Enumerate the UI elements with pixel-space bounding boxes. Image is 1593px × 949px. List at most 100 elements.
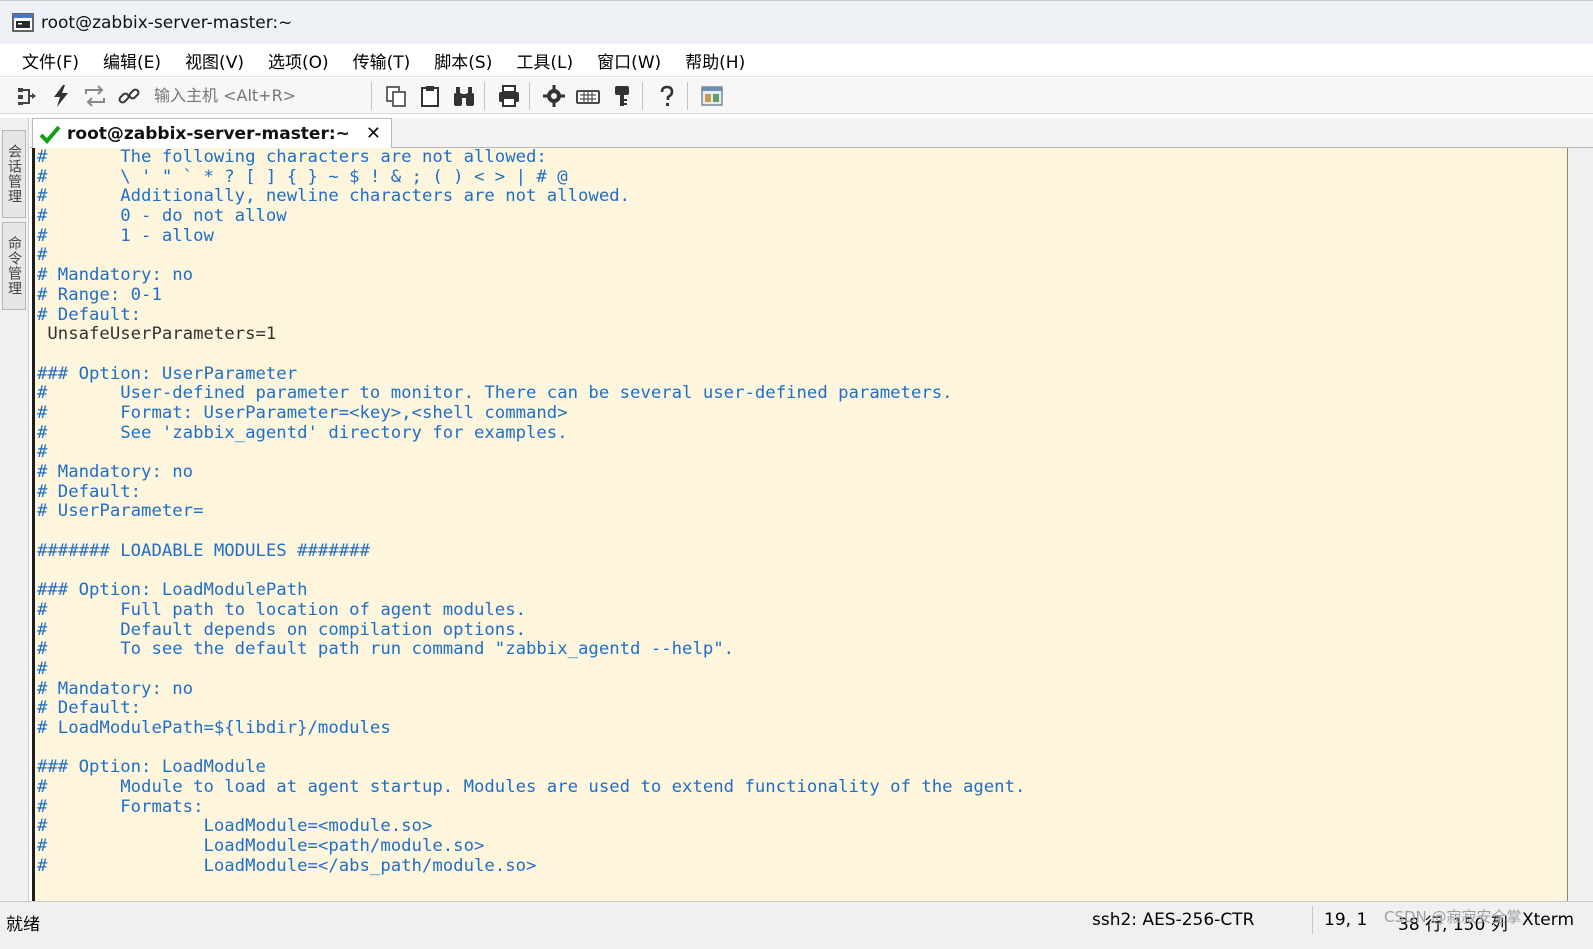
toolbar-separator [529, 81, 530, 110]
find-icon [454, 86, 474, 106]
terminal-line: # Format: UserParameter=<key>,<shell com… [37, 402, 568, 423]
terminal-line: # Full path to location of agent modules… [37, 599, 526, 620]
terminal-app-icon [12, 12, 34, 32]
session-manager-tab[interactable]: 会话管理 [2, 130, 26, 218]
reconnect-button[interactable] [80, 81, 110, 111]
terminal-line: UnsafeUserParameters=1 [37, 324, 277, 345]
terminal-line: # Default depends on compilation options… [37, 619, 526, 640]
status-cipher: ssh2: AES-256-CTR [1092, 910, 1255, 930]
print-icon [499, 84, 519, 107]
terminal-line: # 1 - allow [37, 225, 214, 246]
menu-script[interactable]: 脚本(S) [434, 48, 492, 73]
terminal-line: # [37, 658, 48, 679]
copy-button[interactable] [381, 81, 411, 111]
terminal-line: # User-defined parameter to monitor. The… [37, 383, 953, 404]
terminal-line: # LoadModule=<path/module.so> [37, 836, 485, 857]
settings-button[interactable] [539, 81, 569, 111]
new-session-icon [18, 87, 36, 105]
terminal-line: # The following characters are not allow… [37, 148, 547, 167]
key-icon [615, 85, 629, 106]
terminal-line: ### Option: LoadModulePath [37, 580, 308, 601]
terminal-line: # See 'zabbix_agentd' directory for exam… [37, 422, 568, 443]
keymap-button[interactable] [573, 81, 603, 111]
paste-icon [421, 85, 439, 107]
terminal-line: # \ ' " ` * ? [ ] { } ~ $ ! & ; ( ) < > … [37, 166, 568, 187]
watermark: CSDN @寂寂安全掌 [1384, 908, 1522, 926]
toolbar-separator [687, 81, 688, 110]
host-input[interactable] [150, 82, 366, 109]
menu-options[interactable]: 选项(O) [268, 48, 329, 73]
status-separator [1312, 906, 1313, 934]
help-button[interactable] [652, 81, 682, 111]
terminal-line: # Mandatory: no [37, 678, 194, 699]
session-tab[interactable]: root@zabbix-server-master:~ ✕ [32, 118, 392, 148]
paste-button[interactable] [415, 81, 445, 111]
toolbar-separator [371, 81, 372, 110]
status-cursor: 19, 1 [1324, 910, 1368, 930]
terminal-line: # Range: 0-1 [37, 284, 162, 305]
side-panel: 会话管理 命令管理 [0, 118, 29, 901]
terminal-line: # Formats: [37, 796, 204, 817]
sftp-icon [701, 85, 723, 106]
checkmark-icon [39, 125, 61, 144]
terminal-line: # Mandatory: no [37, 462, 194, 482]
terminal-line: # UserParameter= [37, 501, 204, 522]
terminal-line: ### Option: LoadModule [37, 757, 266, 778]
window-title: root@zabbix-server-master:~ [41, 12, 293, 33]
terminal-line: # LoadModule=</abs_path/module.so> [37, 855, 537, 876]
copy-icon [386, 85, 406, 107]
terminal-line: # Default: [37, 481, 142, 502]
terminal-line: # Additionally, newline characters are n… [37, 186, 631, 207]
command-manager-tab[interactable]: 命令管理 [2, 222, 26, 310]
session-tab-label: root@zabbix-server-master:~ [67, 123, 350, 144]
terminal-line: # Module to load at agent startup. Modul… [37, 777, 1026, 797]
menu-edit[interactable]: 编辑(E) [103, 48, 161, 73]
terminal-output[interactable]: # The following characters are not allow… [32, 148, 1568, 901]
toolbar [0, 78, 1593, 114]
settings-icon [543, 84, 565, 107]
terminal-line: ### Option: UserParameter [37, 363, 298, 384]
menu-tools[interactable]: 工具(L) [516, 48, 573, 73]
help-icon [660, 85, 674, 106]
quick-connect-icon [54, 84, 68, 107]
terminal-line: # 0 - do not allow [37, 206, 287, 227]
terminal-line: # To see the default path run command "z… [37, 639, 735, 660]
terminal-line: # Mandatory: no [37, 265, 194, 286]
terminal-line: # Default: [37, 304, 142, 325]
toolbar-separator [642, 81, 643, 110]
terminal-line: # LoadModule=<module.so> [37, 816, 433, 837]
connect-link-button[interactable] [114, 81, 144, 111]
terminal-line: # [37, 245, 48, 266]
link-icon [118, 88, 140, 103]
menu-help[interactable]: 帮助(H) [685, 48, 745, 73]
key-manager-button[interactable] [607, 81, 637, 111]
menu-bar: 文件(F) 编辑(E) 视图(V) 选项(O) 传输(T) 脚本(S) 工具(L… [0, 44, 1593, 77]
terminal-line: ####### LOADABLE MODULES ####### [37, 540, 370, 561]
status-ready: 就绪 [6, 915, 40, 935]
vertical-scrollbar[interactable] [1568, 148, 1593, 901]
quick-connect-button[interactable] [46, 81, 76, 111]
reconnect-icon [85, 84, 105, 107]
title-bar: root@zabbix-server-master:~ [0, 0, 1593, 44]
tab-close-button[interactable]: ✕ [366, 123, 381, 144]
status-bar: 就绪 ssh2: AES-256-CTR 19, 1 38 行, 150 列 X… [0, 901, 1593, 949]
status-term: Xterm [1522, 910, 1575, 930]
terminal-line: # [37, 442, 48, 463]
new-session-button[interactable] [12, 81, 42, 111]
find-button[interactable] [449, 81, 479, 111]
print-button[interactable] [494, 81, 524, 111]
menu-transfer[interactable]: 传输(T) [353, 48, 411, 73]
terminal-line: # Default: [37, 698, 142, 719]
terminal-line: # LoadModulePath=${libdir}/modules [37, 717, 391, 738]
menu-view[interactable]: 视图(V) [185, 48, 244, 73]
session-tab-bar: root@zabbix-server-master:~ ✕ [30, 118, 1593, 148]
toolbar-separator [484, 81, 485, 110]
keymap-icon [576, 89, 600, 104]
sftp-button[interactable] [697, 81, 727, 111]
menu-file[interactable]: 文件(F) [22, 48, 79, 73]
menu-window[interactable]: 窗口(W) [597, 48, 661, 73]
